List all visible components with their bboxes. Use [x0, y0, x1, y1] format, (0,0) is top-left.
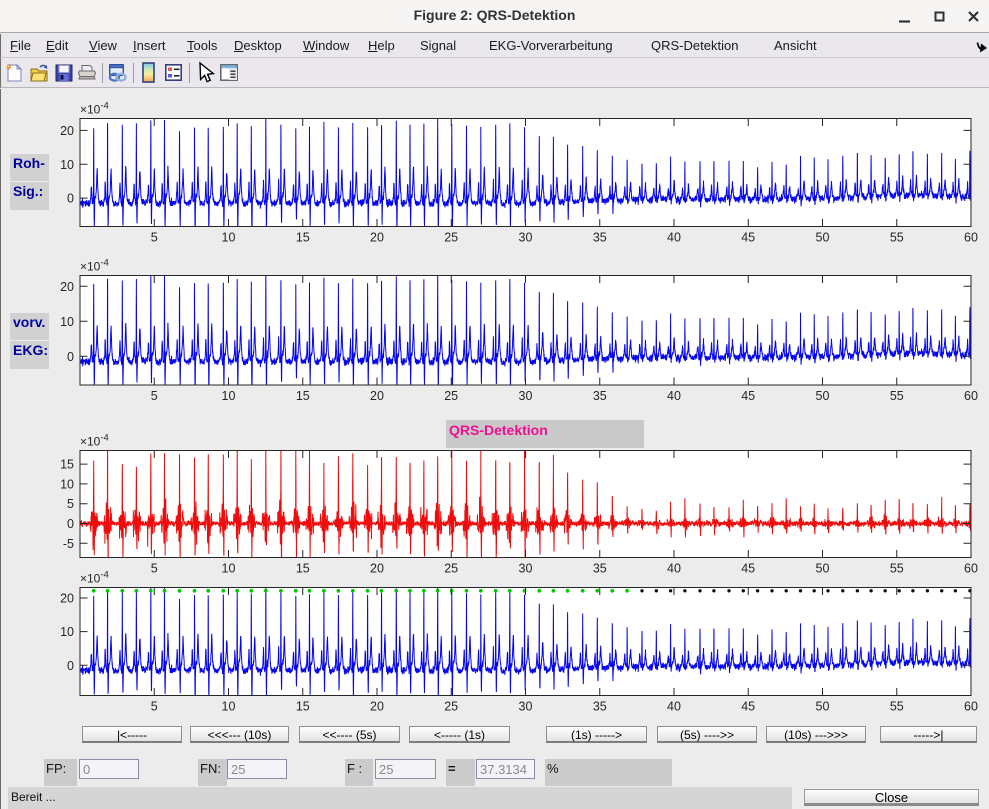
svg-text:55: 55: [890, 389, 904, 403]
svg-text:25: 25: [444, 700, 458, 714]
svg-text:20: 20: [370, 389, 384, 403]
svg-text:40: 40: [667, 562, 681, 576]
svg-text:40: 40: [667, 231, 681, 245]
svg-text:15: 15: [60, 458, 74, 472]
svg-text:35: 35: [593, 562, 607, 576]
svg-text:55: 55: [890, 700, 904, 714]
svg-text:0: 0: [67, 517, 74, 531]
svg-text:5: 5: [151, 231, 158, 245]
svg-text:60: 60: [964, 389, 978, 403]
svg-text:×10-4: ×10-4: [80, 101, 109, 117]
svg-text:20: 20: [60, 280, 74, 294]
svg-text:60: 60: [964, 231, 978, 245]
svg-text:5: 5: [151, 389, 158, 403]
svg-text:10: 10: [222, 389, 236, 403]
svg-text:25: 25: [444, 231, 458, 245]
svg-text:10: 10: [222, 700, 236, 714]
svg-text:20: 20: [60, 124, 74, 138]
svg-text:-5: -5: [63, 537, 74, 551]
svg-text:10: 10: [60, 477, 74, 491]
svg-text:25: 25: [444, 562, 458, 576]
svg-text:20: 20: [370, 231, 384, 245]
svg-text:0: 0: [67, 350, 74, 364]
svg-text:5: 5: [67, 497, 74, 511]
svg-text:30: 30: [519, 700, 533, 714]
svg-text:10: 10: [60, 315, 74, 329]
svg-text:0: 0: [67, 659, 74, 673]
svg-text:30: 30: [519, 562, 533, 576]
svg-text:35: 35: [593, 700, 607, 714]
svg-text:25: 25: [444, 389, 458, 403]
svg-text:15: 15: [296, 231, 310, 245]
svg-text:40: 40: [667, 700, 681, 714]
svg-text:60: 60: [964, 700, 978, 714]
svg-text:20: 20: [370, 562, 384, 576]
svg-text:45: 45: [741, 700, 755, 714]
svg-text:0: 0: [67, 192, 74, 206]
svg-text:50: 50: [816, 389, 830, 403]
svg-text:×10-4: ×10-4: [80, 258, 109, 274]
svg-text:45: 45: [741, 562, 755, 576]
svg-text:30: 30: [519, 231, 533, 245]
svg-text:×10-4: ×10-4: [80, 433, 109, 449]
svg-text:10: 10: [222, 562, 236, 576]
svg-text:45: 45: [741, 231, 755, 245]
svg-text:15: 15: [296, 562, 310, 576]
svg-text:50: 50: [816, 700, 830, 714]
svg-text:20: 20: [60, 592, 74, 606]
svg-text:5: 5: [151, 700, 158, 714]
svg-text:55: 55: [890, 231, 904, 245]
svg-text:50: 50: [816, 231, 830, 245]
svg-text:15: 15: [296, 700, 310, 714]
svg-text:30: 30: [519, 389, 533, 403]
svg-text:35: 35: [593, 389, 607, 403]
svg-text:10: 10: [60, 158, 74, 172]
svg-text:×10-4: ×10-4: [80, 570, 109, 586]
svg-text:15: 15: [296, 389, 310, 403]
svg-text:10: 10: [222, 231, 236, 245]
svg-text:5: 5: [151, 562, 158, 576]
svg-text:10: 10: [60, 625, 74, 639]
svg-text:35: 35: [593, 231, 607, 245]
svg-text:60: 60: [964, 562, 978, 576]
svg-text:20: 20: [370, 700, 384, 714]
svg-text:45: 45: [741, 389, 755, 403]
svg-text:55: 55: [890, 562, 904, 576]
svg-text:40: 40: [667, 389, 681, 403]
svg-text:50: 50: [816, 562, 830, 576]
